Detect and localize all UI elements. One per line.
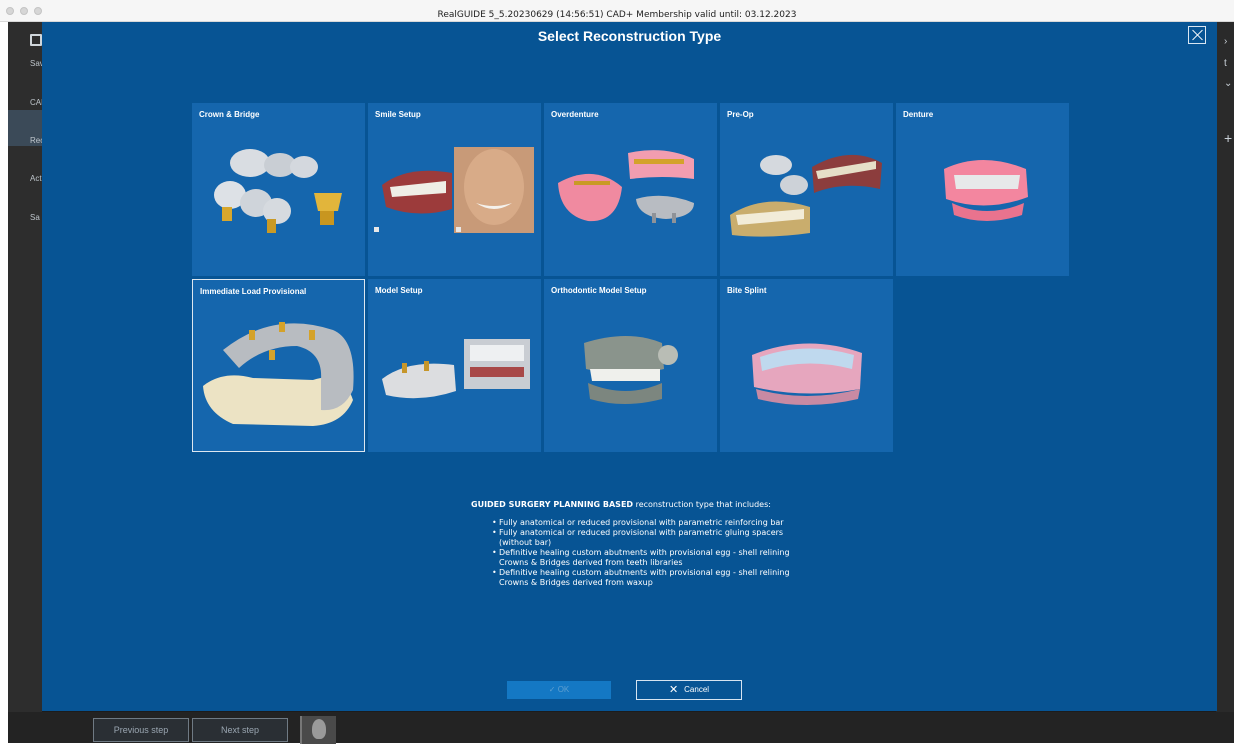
save-icon[interactable] [30,34,42,46]
description-bullet-list: Fully anatomical or reduced provisional … [492,518,792,588]
reconstruction-type-dialog: Select Reconstruction Type Crown & Bridg… [42,22,1217,711]
cancel-button[interactable]: ✕ Cancel [636,680,742,700]
chevron-down-icon[interactable]: ⌄ [1224,78,1232,89]
dialog-close-icon[interactable] [1188,26,1206,44]
tile-orthodontic-model-setup[interactable]: Orthodontic Model Setup [544,279,717,452]
check-icon: ✓ [548,685,558,694]
window-title: RealGUIDE 5_5.20230629 (14:56:51) CAD+ M… [437,10,797,20]
overdenture-image [558,150,694,223]
orthodontic-model-image [584,336,678,404]
tile-label: Overdenture [551,110,599,119]
crown-bridge-image [214,149,342,233]
tile-crown-bridge[interactable]: Crown & Bridge [192,103,365,276]
tile-bite-splint[interactable]: Bite Splint [720,279,893,452]
tile-label: Smile Setup [375,110,421,119]
description-heading: GUIDED SURGERY PLANNING BASED reconstruc… [471,500,890,510]
dialog-title: Select Reconstruction Type [537,28,722,44]
previous-step-button[interactable]: Previous step [93,718,189,742]
tile-label: Orthodontic Model Setup [551,286,647,295]
next-step-button[interactable]: Next step [192,718,288,742]
model-setup-image [382,339,530,399]
right-panel-label: t [1224,58,1227,69]
tile-model-setup[interactable]: Model Setup [368,279,541,452]
sidebar-item-sa[interactable]: Sa [30,213,40,222]
denture-image [944,160,1028,221]
plus-icon[interactable]: + [1224,130,1232,146]
tile-label: Model Setup [375,286,423,295]
chevron-right-icon[interactable]: › [1224,36,1227,47]
pre-op-image [730,154,882,237]
list-item: Definitive healing custom abutments with… [492,548,792,568]
close-icon: ✕ [668,684,679,696]
bite-splint-image [752,343,862,405]
ok-label: OK [557,685,570,694]
tile-smile-setup[interactable]: Smile Setup [368,103,541,276]
reconstruction-description: GUIDED SURGERY PLANNING BASED reconstruc… [470,500,890,588]
tile-label: Pre-Op [727,110,754,119]
tile-immediate-load-provisional[interactable]: Immediate Load Provisional [192,279,365,452]
tile-overdenture[interactable]: Overdenture [544,103,717,276]
tile-label: Denture [903,110,934,119]
tile-label: Immediate Load Provisional [200,287,307,296]
tile-label: Bite Splint [727,286,767,295]
app-right-panel: › t ⌄ + [1216,22,1234,712]
cancel-label: Cancel [684,685,710,694]
immediate-load-image [203,322,354,426]
list-item: Fully anatomical or reduced provisional … [492,518,792,528]
tile-pre-op[interactable]: Pre-Op [720,103,893,276]
window-titlebar: RealGUIDE 5_5.20230629 (14:56:51) CAD+ M… [0,0,1234,22]
smile-setup-image [374,147,534,233]
description-heading-rest: reconstruction type that includes: [633,500,771,509]
app-sidebar: Sav CAD Rec Acti Sa [8,22,47,712]
description-heading-bold: GUIDED SURGERY PLANNING BASED [471,500,634,509]
list-item: Fully anatomical or reduced provisional … [492,528,792,548]
bottom-step-bar: Previous step Next step [8,712,1234,744]
head-model-thumbnail-icon[interactable] [300,716,336,744]
tile-denture[interactable]: Denture [896,103,1069,276]
ok-button[interactable]: ✓ OK [507,681,611,699]
list-item: Definitive healing custom abutments with… [492,568,792,588]
tile-label: Crown & Bridge [199,110,260,119]
